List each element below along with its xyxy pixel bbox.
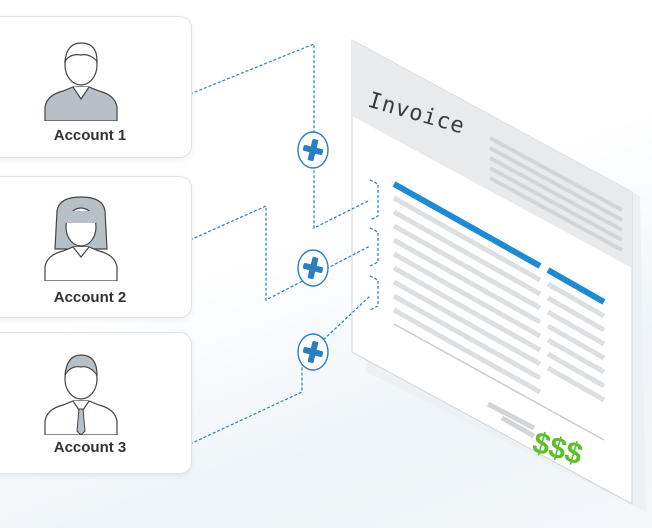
male-user-icon: [44, 42, 118, 121]
account-card-3[interactable]: Account 3: [0, 332, 192, 474]
account-label: Account 3: [53, 439, 127, 456]
account-card-2[interactable]: Account 2: [0, 176, 192, 318]
male-tie-user-icon: [44, 354, 118, 435]
plus-icon: [297, 249, 329, 287]
connector-lines: [189, 43, 379, 445]
account-label: Account 2: [53, 289, 127, 306]
account-label: Account 1: [53, 127, 127, 144]
plus-icon: [297, 131, 329, 169]
female-user-icon: [44, 196, 118, 281]
account-card-1[interactable]: Account 1: [0, 16, 192, 158]
plus-icon: [297, 333, 329, 371]
